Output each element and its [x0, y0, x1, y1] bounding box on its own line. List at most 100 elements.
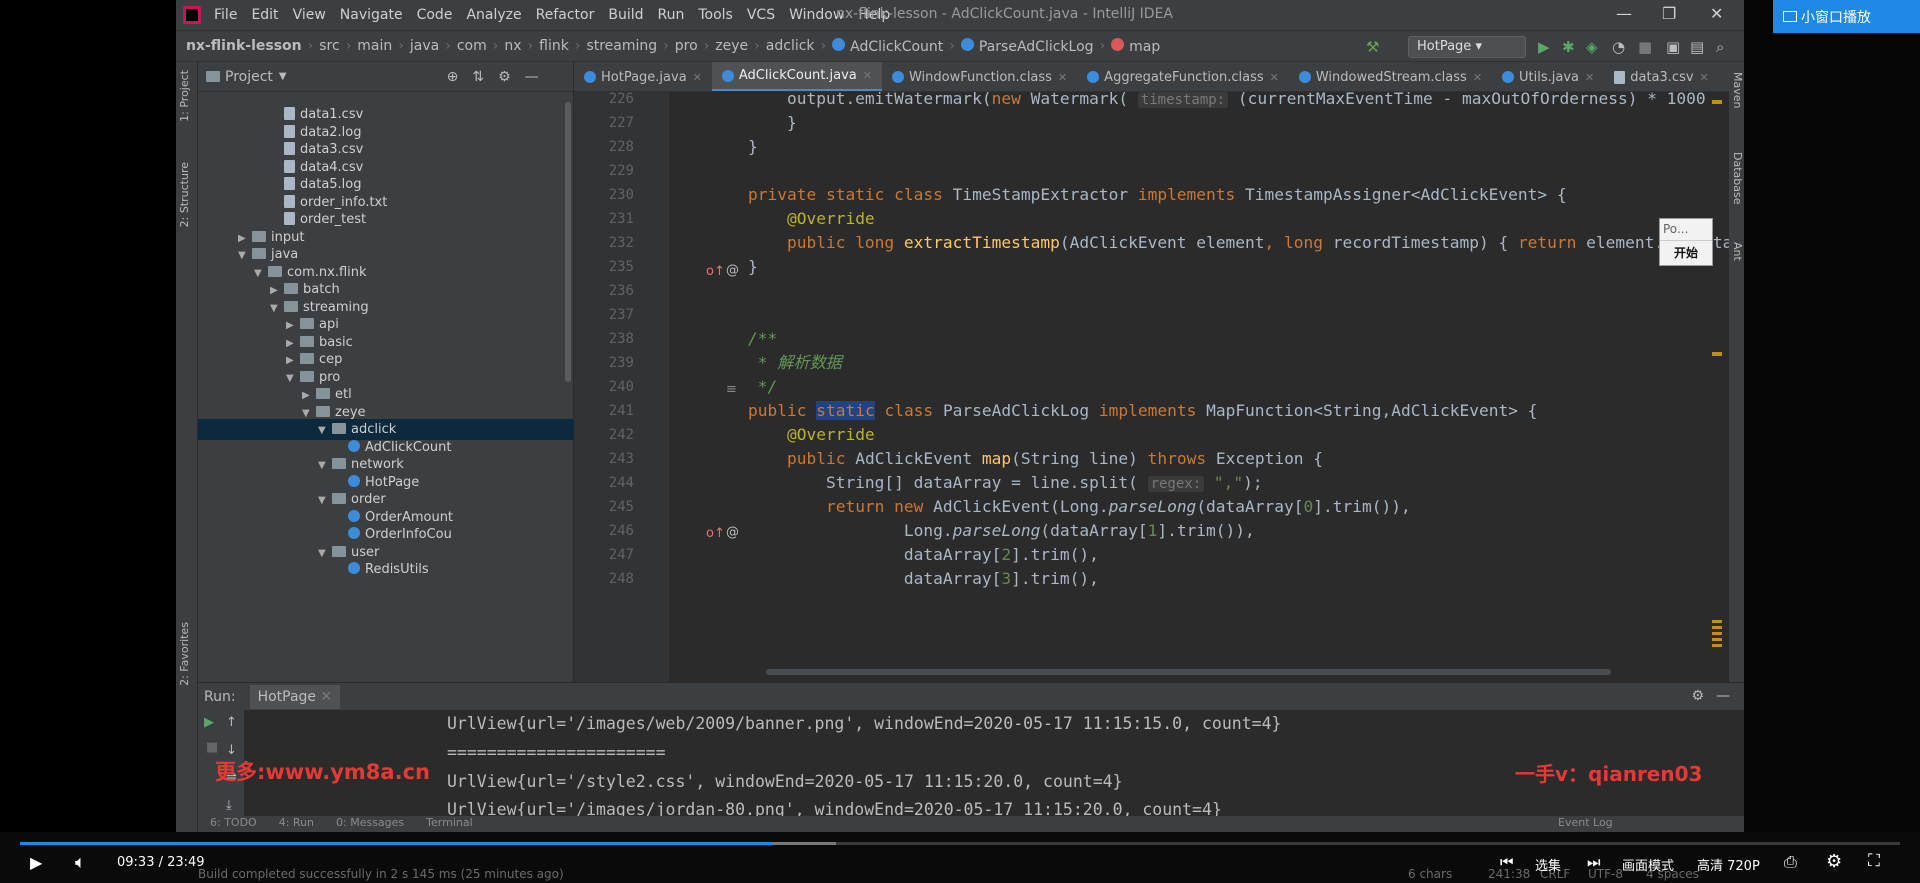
breadcrumb-item[interactable]: nx-flink-lesson — [186, 38, 302, 54]
close-tab-icon[interactable]: ✕ — [1700, 71, 1709, 84]
quality-button[interactable]: 高清 720P — [1697, 855, 1760, 874]
breadcrumb-item[interactable]: pro — [675, 38, 698, 54]
search-icon[interactable]: ⌕ — [1716, 38, 1724, 56]
minimize-icon[interactable]: — — [1616, 4, 1632, 23]
mini-window-button[interactable]: 小窗口播放 — [1773, 0, 1920, 33]
close-tab-icon[interactable]: ✕ — [1270, 71, 1279, 84]
bottom-tab[interactable]: 0: Messages — [336, 816, 404, 832]
run-tab[interactable]: HotPage ✕ — [249, 684, 341, 709]
menu-item-file[interactable]: File — [214, 7, 237, 23]
close-tab-icon[interactable]: ✕ — [1058, 71, 1067, 84]
previous-icon[interactable]: ⏮︎ — [1500, 853, 1514, 871]
run-config-select[interactable]: HotPage ▾ — [1408, 36, 1526, 58]
fullscreen-icon[interactable]: ⛶ — [1868, 851, 1880, 871]
breadcrumb-item[interactable]: ParseAdClickLog — [960, 37, 1094, 55]
breadcrumb-item[interactable]: adclick — [766, 38, 815, 54]
editor-tab[interactable]: WindowedStream.class ✕ — [1289, 62, 1492, 91]
editor-tab[interactable]: Utils.java ✕ — [1492, 62, 1604, 91]
breadcrumb-item[interactable]: AdClickCount — [832, 37, 943, 55]
maximize-icon[interactable]: ❐ — [1662, 4, 1676, 23]
editor-tab[interactable]: data3.csv ✕ — [1604, 62, 1719, 91]
error-stripe-mark[interactable] — [1712, 352, 1722, 356]
favorites-tool-tab[interactable]: 2: Favorites — [178, 622, 191, 686]
chevron-down-icon[interactable]: ▼ — [279, 71, 287, 82]
breadcrumb-item[interactable]: nx — [504, 38, 521, 54]
menu-item-build[interactable]: Build — [608, 7, 643, 23]
code-editor[interactable] — [669, 92, 1729, 682]
menu-item-view[interactable]: View — [293, 7, 326, 23]
breadcrumb-item[interactable]: streaming — [586, 38, 657, 54]
editor-tab[interactable]: AggregateFunction.class ✕ — [1077, 62, 1289, 91]
stop-icon[interactable]: ■ — [206, 740, 218, 755]
close-tab-icon[interactable]: ✕ — [1585, 71, 1594, 84]
menu-item-tools[interactable]: Tools — [698, 7, 733, 23]
up-arrow-icon[interactable]: ↑ — [226, 715, 237, 730]
camera-icon[interactable]: ⎙ — [1784, 852, 1797, 872]
hide-icon[interactable]: — — [525, 69, 539, 85]
gear-icon[interactable]: ⚙ — [1826, 851, 1842, 872]
play-icon[interactable]: ▶ — [30, 853, 42, 872]
run-icon[interactable]: ▶ — [1538, 38, 1550, 56]
breadcrumb-item[interactable]: main — [357, 38, 392, 54]
breadcrumb-item[interactable]: java — [410, 38, 439, 54]
rerun-icon[interactable]: ▶ — [204, 715, 214, 730]
close-tab-icon[interactable]: ✕ — [693, 71, 702, 84]
scroll-end-icon[interactable]: ⤓ — [226, 798, 232, 813]
breadcrumb-item[interactable]: map — [1111, 37, 1160, 55]
menu-item-vcs[interactable]: VCS — [747, 7, 775, 23]
menu-item-code[interactable]: Code — [417, 7, 453, 23]
popup-input[interactable]: Po... — [1660, 219, 1712, 241]
bottom-tab[interactable]: 6: TODO — [210, 816, 257, 832]
picture-mode-button[interactable]: 画面模式 — [1622, 855, 1674, 874]
maven-tool-tab[interactable]: Maven — [1731, 72, 1744, 108]
breadcrumb-item[interactable]: src — [319, 38, 339, 54]
start-button[interactable]: 开始 — [1660, 241, 1712, 261]
editor-tab[interactable]: WindowFunction.class ✕ — [882, 62, 1077, 91]
layout-icon[interactable]: ▤ — [1690, 38, 1704, 56]
ant-tool-tab[interactable]: Ant — [1731, 242, 1744, 261]
tree-item-redisutils[interactable]: RedisUtils — [198, 559, 574, 580]
bottom-tab[interactable]: 4: Run — [279, 816, 314, 832]
menu-item-refactor[interactable]: Refactor — [536, 7, 595, 23]
error-stripe-mark[interactable] — [1712, 100, 1722, 104]
profile-icon[interactable]: ◔ — [1612, 38, 1625, 56]
editor-horizontal-scrollbar[interactable] — [766, 669, 1611, 675]
doc-toggle-icon[interactable]: ≡ — [726, 382, 737, 397]
target-icon[interactable]: ⊕ — [447, 69, 459, 85]
project-structure-icon[interactable]: ▣ — [1666, 38, 1680, 56]
close-tab-icon[interactable]: ✕ — [1473, 71, 1482, 84]
breadcrumb-item[interactable]: zeye — [715, 38, 748, 54]
collapse-icon[interactable]: ⇅ — [472, 69, 484, 85]
project-tool-tab[interactable]: 1: Project — [178, 70, 191, 122]
project-label[interactable]: Project — [225, 69, 273, 85]
override-marker-icon[interactable]: o↑ — [706, 264, 725, 279]
menu-item-analyze[interactable]: Analyze — [466, 7, 521, 23]
hide-icon[interactable]: — — [1716, 688, 1730, 704]
project-scrollbar[interactable] — [565, 102, 571, 382]
menu-item-navigate[interactable]: Navigate — [340, 7, 403, 23]
gear-icon[interactable]: ⚙ — [1691, 688, 1704, 704]
coverage-icon[interactable]: ◈ — [1586, 38, 1598, 56]
close-tab-icon[interactable]: ✕ — [863, 69, 872, 82]
hammer-icon[interactable]: ⚒ — [1366, 38, 1379, 56]
volume-icon[interactable]: 🔈︎ — [75, 852, 86, 873]
breadcrumb-item[interactable]: flink — [539, 38, 569, 54]
menu-item-run[interactable]: Run — [658, 7, 685, 23]
editor-tab[interactable]: HotPage.java ✕ — [574, 62, 712, 91]
close-icon[interactable]: ✕ — [1710, 4, 1723, 23]
error-stripe-mark[interactable] — [1712, 620, 1722, 650]
bottom-tab[interactable]: Terminal — [426, 816, 473, 832]
debug-icon[interactable]: ✱ — [1562, 38, 1575, 56]
breadcrumb-item[interactable]: com — [457, 38, 487, 54]
database-tool-tab[interactable]: Database — [1731, 152, 1744, 205]
editor-tab[interactable]: AdClickCount.java ✕ — [711, 62, 882, 91]
stop-icon[interactable]: ■ — [1638, 38, 1652, 56]
next-icon[interactable]: ⏭︎ — [1587, 853, 1601, 871]
event-log-link[interactable]: Event Log — [1558, 816, 1613, 829]
structure-tool-tab[interactable]: 2: Structure — [178, 162, 191, 227]
gear-icon[interactable]: ⚙ — [498, 69, 511, 85]
override-marker-icon[interactable]: o↑ — [706, 526, 725, 541]
episodes-button[interactable]: 选集 — [1535, 855, 1561, 874]
close-tab-icon[interactable]: ✕ — [321, 689, 333, 705]
menu-item-edit[interactable]: Edit — [251, 7, 278, 23]
